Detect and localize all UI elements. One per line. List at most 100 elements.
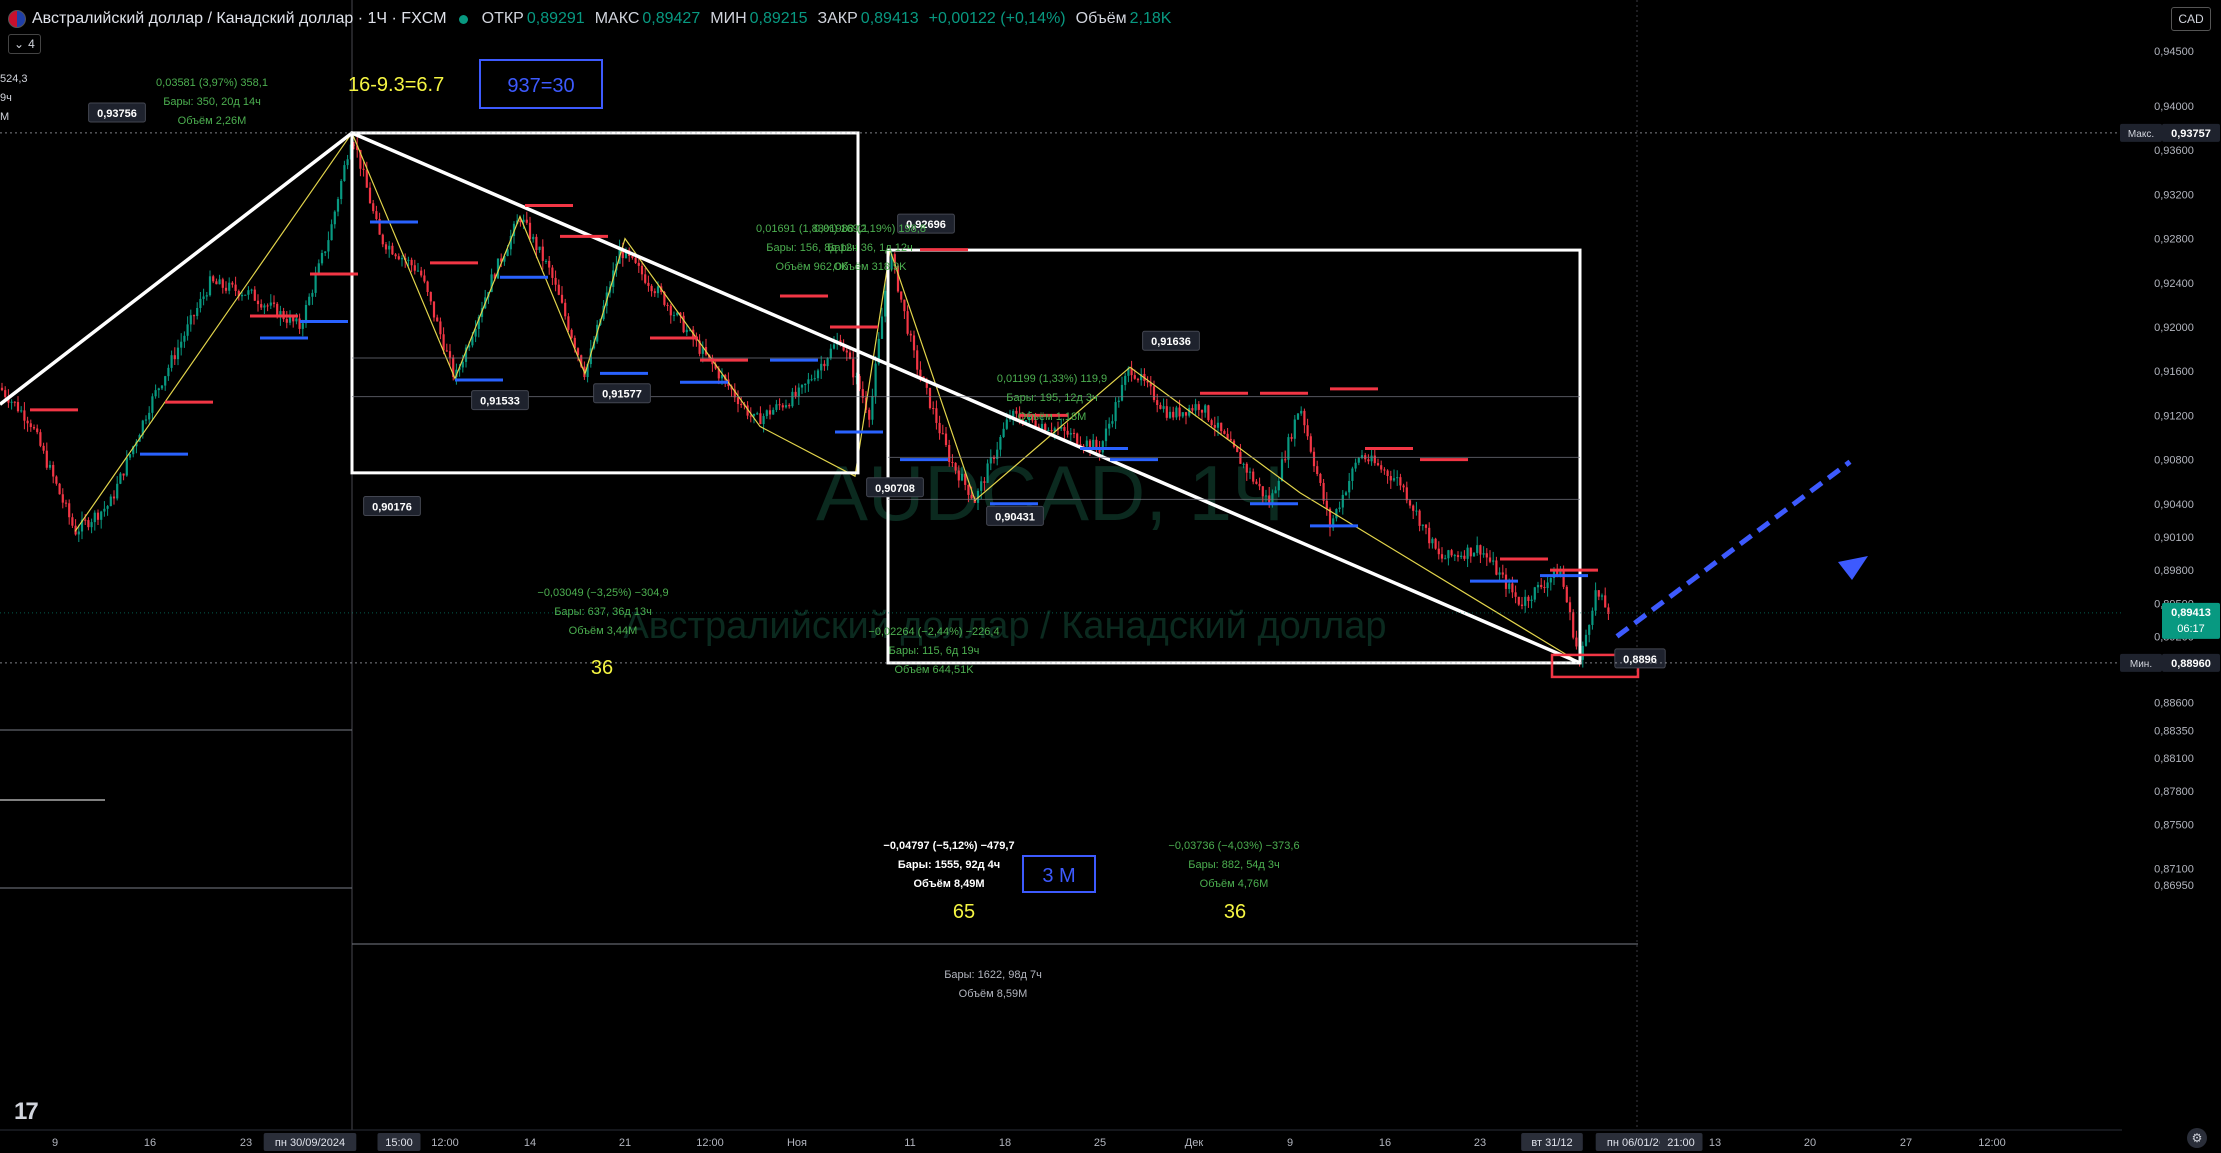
candle-body	[1316, 466, 1319, 474]
price-tick-label: 0,93200	[2154, 189, 2194, 201]
stats-line: 0,01199 (1,33%) 119,9	[997, 373, 1107, 385]
candle-body	[1284, 459, 1287, 461]
candle-body	[551, 267, 554, 278]
candle-body	[810, 379, 813, 381]
candle-body	[1421, 524, 1424, 526]
price-tick-label: 0,89800	[2154, 565, 2194, 577]
candle-body	[1085, 440, 1088, 447]
candle-body	[1194, 404, 1197, 411]
candle-body	[874, 363, 877, 396]
price-tick-label: 0,93600	[2154, 145, 2194, 157]
candle-body	[16, 402, 20, 412]
stats-line: 9ч	[0, 92, 12, 104]
candle-body	[1524, 596, 1527, 606]
stats-line: Объём 8,59M	[959, 988, 1028, 1000]
candle-body	[375, 211, 378, 220]
candle-body	[1117, 400, 1120, 403]
indicator-count: 4	[28, 37, 35, 51]
last-price-value: 0,89413	[2171, 607, 2211, 619]
candle-body	[1476, 545, 1479, 553]
candle-body	[1216, 422, 1220, 428]
candle-body	[1200, 409, 1204, 413]
candle-body	[1440, 554, 1444, 559]
symbol-title[interactable]: Австралийский доллар / Канадский доллар …	[32, 10, 447, 28]
price-tick-label: 0,94500	[2154, 46, 2194, 58]
candle-body	[829, 348, 832, 359]
candle-body	[1482, 553, 1485, 555]
price-chart[interactable]: AUDCAD, 1ЧАвстралийский доллар / Канадск…	[0, 0, 2221, 1153]
candle-body	[1274, 490, 1277, 494]
candle-body	[1495, 560, 1498, 575]
candle-body	[1485, 553, 1488, 558]
candle-body	[1197, 404, 1200, 410]
settings-gear-icon[interactable]: ⚙	[2187, 1128, 2207, 1148]
candle-body	[1517, 596, 1520, 605]
chart-legend: Австралийский доллар / Канадский доллар …	[8, 6, 1181, 32]
candle-body	[1178, 407, 1181, 417]
price-tick-label: 0,87500	[2154, 819, 2194, 831]
candle-body	[736, 397, 740, 405]
candle-body	[1191, 408, 1194, 411]
time-tick-label: 15:00	[385, 1137, 413, 1149]
candle-body	[170, 355, 173, 368]
candle-body	[1293, 419, 1296, 439]
tradingview-logo-icon[interactable]: 17	[14, 1098, 39, 1126]
candle-body	[151, 396, 154, 413]
price-tick-label: 0,91200	[2154, 410, 2194, 422]
stats-line: Бары: 882, 54д 3ч	[1188, 859, 1280, 871]
candle-body	[954, 462, 957, 471]
candle-body	[1287, 437, 1290, 460]
candle-body	[1338, 507, 1341, 510]
candle-body	[797, 387, 800, 397]
candle-body	[224, 287, 228, 291]
candle-body	[96, 512, 100, 520]
candle-body	[1344, 492, 1348, 495]
candle-body	[1376, 463, 1380, 466]
candle-body	[32, 427, 36, 429]
time-tick-label: 25	[1094, 1137, 1106, 1149]
candle-body	[1428, 527, 1431, 544]
candle-body	[1204, 405, 1207, 413]
candle-body	[1242, 463, 1245, 465]
candle-body	[1069, 432, 1072, 435]
time-tick-label: 27	[1900, 1137, 1912, 1149]
candle-body	[800, 385, 804, 388]
candle-body	[365, 169, 368, 188]
candle-body	[103, 508, 106, 512]
max-price-marker-label: Макс.	[2128, 129, 2154, 140]
candle-body	[1124, 375, 1127, 385]
pivot-label: 0,91533	[480, 396, 520, 408]
candle-body	[1175, 407, 1178, 418]
time-tick-label: пн 30/09/2024	[275, 1137, 345, 1149]
candle-body	[791, 391, 794, 407]
candle-body	[928, 387, 932, 409]
currency-selector[interactable]: CAD	[2171, 7, 2211, 31]
close-label: ЗАКР	[817, 10, 858, 27]
candle-body	[48, 464, 52, 468]
candle-body	[128, 454, 132, 458]
candle-body	[944, 433, 948, 446]
indicators-toggle[interactable]: ⌄ 4	[8, 34, 41, 54]
market-status-icon	[458, 14, 468, 24]
candle-body	[189, 315, 192, 325]
candle-body	[772, 409, 775, 415]
candle-body	[816, 370, 820, 379]
candle-body	[1207, 405, 1210, 421]
candle-body	[228, 282, 231, 291]
time-tick-label: 23	[1474, 1137, 1486, 1149]
candle-body	[420, 270, 423, 276]
candle-body	[1415, 510, 1418, 512]
price-tick-label: 0,87100	[2154, 863, 2194, 875]
open-value: 0,89291	[526, 10, 585, 27]
candle-body	[1239, 452, 1242, 464]
min-price-marker-label: Мин.	[2130, 659, 2152, 670]
candle-body	[1184, 412, 1188, 416]
candle-body	[1460, 555, 1463, 558]
candle-body	[346, 159, 349, 166]
stats-line: 0,01988 (2,19%) 198,8	[814, 223, 926, 235]
candle-body	[762, 416, 765, 425]
candle-body	[650, 285, 653, 292]
candle-body	[167, 367, 170, 377]
candle-body	[64, 502, 68, 504]
candle-body	[1322, 482, 1325, 501]
